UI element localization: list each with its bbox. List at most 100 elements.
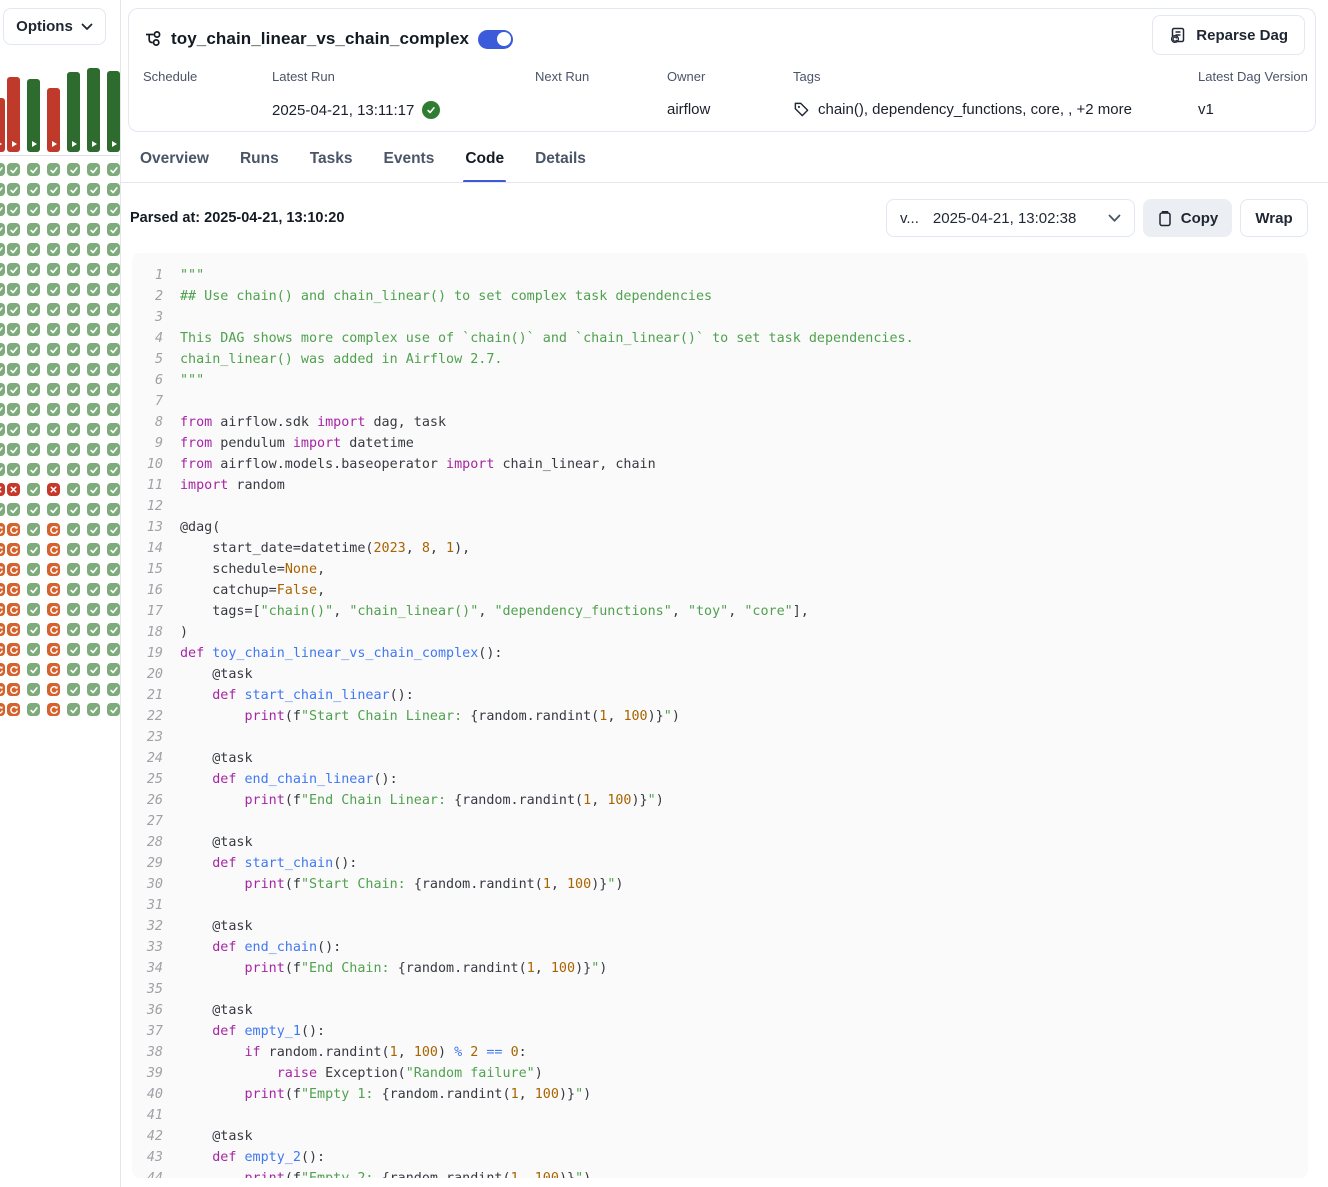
task-instance-cell-success[interactable] <box>27 483 40 496</box>
task-instance-cell-success[interactable] <box>87 623 100 636</box>
task-instance-cell-success[interactable] <box>7 463 20 476</box>
task-instance-cell-success[interactable] <box>27 263 40 276</box>
task-instance-cell-success[interactable] <box>7 423 20 436</box>
task-instance-cell-success[interactable] <box>0 443 5 456</box>
task-instance-cell-success[interactable] <box>87 443 100 456</box>
task-instance-cell-success[interactable] <box>67 423 80 436</box>
task-instance-cell-success[interactable] <box>67 523 80 536</box>
task-instance-cell-retry[interactable] <box>0 583 5 596</box>
task-instance-cell-success[interactable] <box>107 203 120 216</box>
task-instance-cell-success[interactable] <box>7 443 20 456</box>
task-instance-cell-success[interactable] <box>0 203 5 216</box>
task-instance-cell-success[interactable] <box>87 183 100 196</box>
tab-events[interactable]: Events <box>382 144 437 182</box>
task-instance-cell-success[interactable] <box>107 243 120 256</box>
task-instance-cell-success[interactable] <box>87 683 100 696</box>
task-instance-cell-success[interactable] <box>87 323 100 336</box>
task-instance-cell-success[interactable] <box>87 303 100 316</box>
task-instance-cell-success[interactable] <box>107 343 120 356</box>
task-instance-cell-success[interactable] <box>27 203 40 216</box>
task-instance-cell-success[interactable] <box>67 563 80 576</box>
task-instance-cell-retry[interactable] <box>0 703 5 716</box>
task-instance-cell-retry[interactable] <box>7 643 20 656</box>
task-instance-cell-success[interactable] <box>0 163 5 176</box>
task-instance-cell-success[interactable] <box>107 503 120 516</box>
task-instance-cell-success[interactable] <box>47 383 60 396</box>
task-instance-cell-success[interactable] <box>47 283 60 296</box>
task-instance-cell-success[interactable] <box>27 703 40 716</box>
task-instance-cell-success[interactable] <box>27 563 40 576</box>
task-instance-cell-success[interactable] <box>87 423 100 436</box>
dag-run-bar[interactable] <box>47 88 60 152</box>
task-instance-cell-success[interactable] <box>67 403 80 416</box>
task-instance-cell-failed[interactable] <box>47 483 60 496</box>
tab-runs[interactable]: Runs <box>238 144 281 182</box>
task-instance-cell-success[interactable] <box>7 223 20 236</box>
task-instance-cell-retry[interactable] <box>7 683 20 696</box>
task-instance-cell-success[interactable] <box>67 243 80 256</box>
task-instance-cell-success[interactable] <box>67 223 80 236</box>
task-instance-cell-success[interactable] <box>67 663 80 676</box>
task-instance-cell-success[interactable] <box>67 683 80 696</box>
task-instance-cell-success[interactable] <box>107 683 120 696</box>
task-instance-cell-success[interactable] <box>87 263 100 276</box>
task-instance-cell-failed[interactable] <box>0 483 5 496</box>
reparse-dag-button[interactable]: Reparse Dag <box>1152 15 1305 55</box>
task-instance-cell-success[interactable] <box>0 383 5 396</box>
task-instance-cell-success[interactable] <box>47 363 60 376</box>
task-instance-cell-success[interactable] <box>0 403 5 416</box>
task-instance-cell-success[interactable] <box>107 183 120 196</box>
task-instance-cell-success[interactable] <box>47 243 60 256</box>
task-instance-cell-success[interactable] <box>87 223 100 236</box>
task-instance-cell-success[interactable] <box>7 503 20 516</box>
task-instance-cell-success[interactable] <box>67 643 80 656</box>
task-instance-cell-success[interactable] <box>0 423 5 436</box>
task-instance-cell-success[interactable] <box>27 683 40 696</box>
task-instance-cell-success[interactable] <box>87 163 100 176</box>
task-instance-cell-success[interactable] <box>7 263 20 276</box>
dag-run-bar[interactable] <box>87 68 100 152</box>
wrap-button[interactable]: Wrap <box>1240 199 1308 237</box>
task-instance-cell-retry[interactable] <box>0 623 5 636</box>
task-instance-cell-retry[interactable] <box>47 683 60 696</box>
task-instance-cell-success[interactable] <box>7 343 20 356</box>
task-instance-cell-success[interactable] <box>27 343 40 356</box>
task-instance-cell-success[interactable] <box>0 263 5 276</box>
task-instance-cell-success[interactable] <box>27 403 40 416</box>
tab-tasks[interactable]: Tasks <box>308 144 355 182</box>
task-instance-cell-success[interactable] <box>67 703 80 716</box>
task-instance-cell-success[interactable] <box>47 263 60 276</box>
task-instance-cell-success[interactable] <box>27 623 40 636</box>
task-instance-cell-success[interactable] <box>107 263 120 276</box>
dag-run-bar[interactable] <box>0 98 5 152</box>
task-instance-cell-success[interactable] <box>67 463 80 476</box>
task-instance-cell-success[interactable] <box>27 643 40 656</box>
task-instance-cell-success[interactable] <box>87 203 100 216</box>
task-instance-cell-success[interactable] <box>107 703 120 716</box>
task-instance-cell-success[interactable] <box>107 223 120 236</box>
task-instance-cell-success[interactable] <box>27 463 40 476</box>
task-instance-cell-success[interactable] <box>87 343 100 356</box>
task-instance-cell-success[interactable] <box>67 323 80 336</box>
task-instance-cell-success[interactable] <box>67 503 80 516</box>
task-instance-cell-success[interactable] <box>0 223 5 236</box>
task-instance-cell-success[interactable] <box>27 523 40 536</box>
task-instance-cell-success[interactable] <box>27 383 40 396</box>
task-instance-cell-success[interactable] <box>87 703 100 716</box>
task-instance-cell-success[interactable] <box>87 663 100 676</box>
task-instance-cell-success[interactable] <box>47 443 60 456</box>
task-instance-cell-success[interactable] <box>67 183 80 196</box>
task-instance-cell-success[interactable] <box>27 503 40 516</box>
task-instance-cell-success[interactable] <box>87 363 100 376</box>
dag-run-bar[interactable] <box>7 77 20 152</box>
task-instance-cell-success[interactable] <box>7 403 20 416</box>
task-instance-cell-success[interactable] <box>87 543 100 556</box>
task-instance-cell-success[interactable] <box>27 603 40 616</box>
task-instance-cell-success[interactable] <box>47 323 60 336</box>
task-instance-cell-success[interactable] <box>0 343 5 356</box>
task-instance-cell-success[interactable] <box>47 203 60 216</box>
task-instance-cell-success[interactable] <box>87 643 100 656</box>
task-instance-cell-success[interactable] <box>107 643 120 656</box>
task-instance-cell-success[interactable] <box>107 523 120 536</box>
task-instance-cell-retry[interactable] <box>7 663 20 676</box>
